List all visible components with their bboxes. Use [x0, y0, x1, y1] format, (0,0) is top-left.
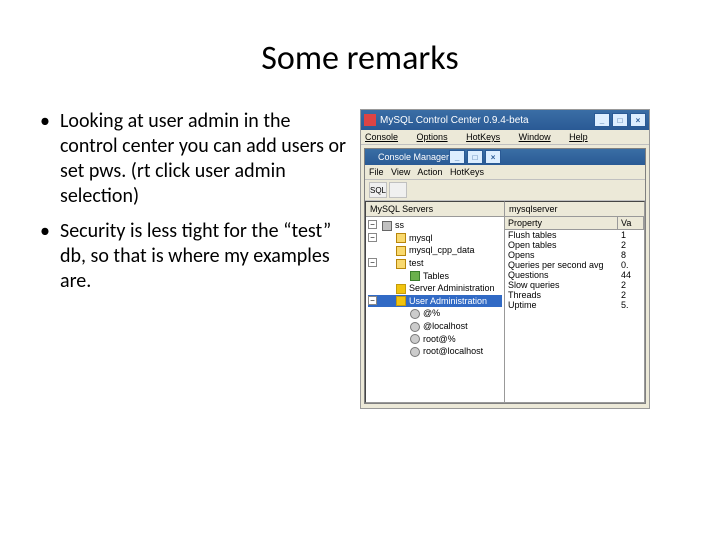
- star-icon: [396, 284, 406, 294]
- star-icon: [396, 296, 406, 306]
- menu-file[interactable]: File: [369, 167, 384, 177]
- embedded-screenshot: MySQL Control Center 0.9.4-beta _ □ × Co…: [360, 109, 650, 409]
- menu-options[interactable]: Options: [417, 132, 456, 142]
- tree-db-test[interactable]: − test: [368, 257, 502, 270]
- slide-title: Some remarks: [40, 38, 680, 79]
- right-pane-header: mysqlserver: [505, 202, 644, 217]
- menu-console[interactable]: Console: [365, 132, 406, 142]
- tree-user[interactable]: @localhost: [368, 320, 502, 333]
- user-icon: [410, 322, 420, 332]
- expand-icon[interactable]: −: [368, 296, 377, 305]
- toolbar-button[interactable]: [389, 182, 407, 198]
- property-row: Queries per second avg0.: [505, 260, 644, 270]
- col-property: Property: [505, 217, 618, 229]
- expand-icon[interactable]: −: [368, 258, 377, 267]
- database-icon: [396, 259, 406, 269]
- inner-title: Console Manager: [378, 152, 449, 162]
- server-icon: [382, 221, 392, 231]
- expand-icon[interactable]: −: [368, 233, 377, 242]
- tree-user[interactable]: root@localhost: [368, 345, 502, 358]
- inner-close-button[interactable]: ×: [485, 150, 501, 164]
- tree-header: MySQL Servers: [366, 202, 504, 217]
- tree-db-mysql[interactable]: − mysql: [368, 232, 502, 245]
- inner-window-icon: [368, 152, 378, 162]
- app-menubar: Console Options HotKeys Window Help: [361, 130, 649, 145]
- app-title: MySQL Control Center 0.9.4-beta: [380, 115, 594, 126]
- properties-header-row: Property Va: [505, 217, 644, 230]
- col-value: Va: [618, 217, 644, 229]
- property-row: Opens8: [505, 250, 644, 260]
- menu-window[interactable]: Window: [519, 132, 559, 142]
- property-row: Uptime5.: [505, 300, 644, 310]
- user-icon: [410, 309, 420, 319]
- menu-action[interactable]: Action: [417, 167, 442, 177]
- tree-db-cppdata[interactable]: mysql_cpp_data: [368, 244, 502, 257]
- minimize-button[interactable]: _: [594, 113, 610, 127]
- menu-hotkeys[interactable]: HotKeys: [466, 132, 508, 142]
- tree-root[interactable]: − ss: [368, 219, 502, 232]
- inner-toolbar: SQL: [365, 180, 645, 201]
- tree-user-admin[interactable]: − User Administration: [368, 295, 502, 308]
- tree-pane: MySQL Servers − ss − mysql my: [365, 201, 505, 403]
- inner-minimize-button[interactable]: _: [449, 150, 465, 164]
- maximize-button[interactable]: □: [612, 113, 628, 127]
- menu-view[interactable]: View: [391, 167, 410, 177]
- app-titlebar: MySQL Control Center 0.9.4-beta _ □ ×: [361, 110, 649, 130]
- tree-user[interactable]: @%: [368, 307, 502, 320]
- properties-pane: mysqlserver Property Va Flush tables1 Op…: [505, 201, 645, 403]
- menu-inner-hotkeys[interactable]: HotKeys: [450, 167, 484, 177]
- inner-menubar: File View Action HotKeys: [365, 165, 645, 180]
- property-row: Slow queries2: [505, 280, 644, 290]
- inner-titlebar: Console Manager _ □ ×: [365, 149, 645, 165]
- bullet-item: Looking at user admin in the control cen…: [40, 109, 350, 209]
- user-icon: [410, 334, 420, 344]
- slide-content: Looking at user admin in the control cen…: [40, 109, 680, 409]
- console-manager-window: Console Manager _ □ × File View Action H…: [364, 148, 646, 404]
- bullet-list: Looking at user admin in the control cen…: [40, 109, 350, 409]
- toolbar-sql-button[interactable]: SQL: [369, 182, 387, 198]
- bullet-item: Security is less tight for the “test” db…: [40, 219, 350, 294]
- property-row: Open tables2: [505, 240, 644, 250]
- tree-user[interactable]: root@%: [368, 333, 502, 346]
- app-icon: [364, 114, 376, 126]
- folder-icon: [410, 271, 420, 281]
- user-icon: [410, 347, 420, 357]
- tree-tables[interactable]: Tables: [368, 270, 502, 283]
- inner-maximize-button[interactable]: □: [467, 150, 483, 164]
- expand-icon[interactable]: −: [368, 220, 377, 229]
- property-row: Questions44: [505, 270, 644, 280]
- database-icon: [396, 233, 406, 243]
- close-button[interactable]: ×: [630, 113, 646, 127]
- tree-server-admin[interactable]: Server Administration: [368, 282, 502, 295]
- property-row: Threads2: [505, 290, 644, 300]
- database-icon: [396, 246, 406, 256]
- menu-help[interactable]: Help: [569, 132, 596, 142]
- property-row: Flush tables1: [505, 230, 644, 240]
